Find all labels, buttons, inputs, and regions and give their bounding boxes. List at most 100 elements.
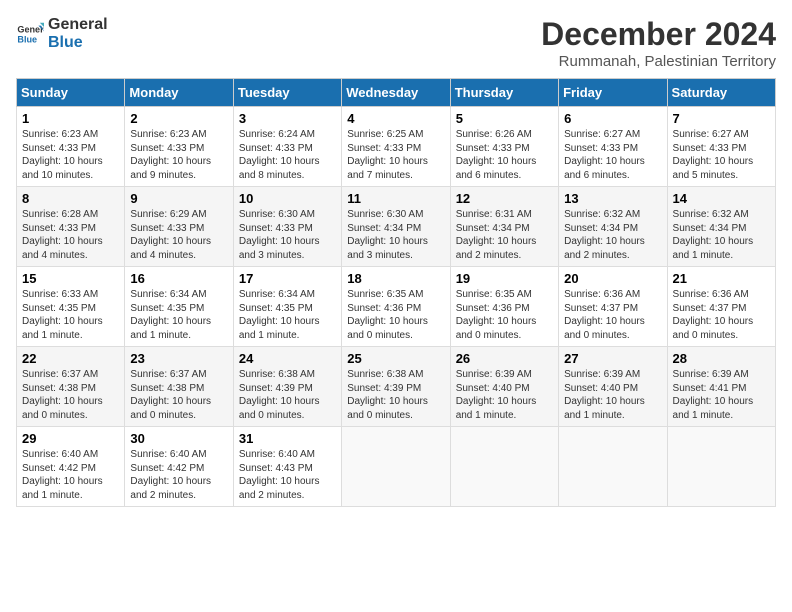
day-number: 17: [239, 271, 336, 286]
calendar-cell: 17 Sunrise: 6:34 AMSunset: 4:35 PMDayligh…: [233, 267, 341, 347]
calendar-table: SundayMondayTuesdayWednesdayThursdayFrid…: [16, 78, 776, 507]
calendar-cell: 3 Sunrise: 6:24 AMSunset: 4:33 PMDaylight…: [233, 107, 341, 187]
calendar-week-3: 15 Sunrise: 6:33 AMSunset: 4:35 PMDayligh…: [17, 267, 776, 347]
calendar-cell: 31Sunrise: 6:40 AMSunset: 4:43 PMDayligh…: [233, 427, 341, 507]
day-number: 3: [239, 111, 336, 126]
day-detail: Sunrise: 6:35 AMSunset: 4:36 PMDaylight:…: [347, 289, 428, 341]
calendar-cell: 10 Sunrise: 6:30 AMSunset: 4:33 PMDayligh…: [233, 187, 341, 267]
column-header-saturday: Saturday: [667, 79, 775, 107]
calendar-cell: 14 Sunrise: 6:32 AMSunset: 4:34 PMDayligh…: [667, 187, 775, 267]
day-number: 11: [347, 191, 444, 206]
day-number: 7: [673, 111, 770, 126]
day-detail: Sunrise: 6:37 AMSunset: 4:38 PMDaylight:…: [130, 369, 211, 421]
day-detail: Sunrise: 6:33 AMSunset: 4:35 PMDaylight:…: [22, 289, 103, 341]
column-header-friday: Friday: [559, 79, 667, 107]
header-row: SundayMondayTuesdayWednesdayThursdayFrid…: [17, 79, 776, 107]
calendar-cell: 6 Sunrise: 6:27 AMSunset: 4:33 PMDaylight…: [559, 107, 667, 187]
calendar-cell: 27 Sunrise: 6:39 AMSunset: 4:40 PMDayligh…: [559, 347, 667, 427]
calendar-cell: 23 Sunrise: 6:37 AMSunset: 4:38 PMDayligh…: [125, 347, 233, 427]
logo-icon: General Blue: [16, 20, 44, 48]
day-detail: Sunrise: 6:27 AMSunset: 4:33 PMDaylight:…: [673, 129, 754, 181]
day-detail: Sunrise: 6:29 AMSunset: 4:33 PMDaylight:…: [130, 209, 211, 261]
day-number: 21: [673, 271, 770, 286]
day-detail: Sunrise: 6:24 AMSunset: 4:33 PMDaylight:…: [239, 129, 320, 181]
day-number: 16: [130, 271, 227, 286]
day-detail: Sunrise: 6:34 AMSunset: 4:35 PMDaylight:…: [239, 289, 320, 341]
calendar-cell: 1 Sunrise: 6:23 AMSunset: 4:33 PMDaylight…: [17, 107, 125, 187]
day-detail: Sunrise: 6:23 AMSunset: 4:33 PMDaylight:…: [22, 129, 103, 181]
day-detail: Sunrise: 6:30 AMSunset: 4:33 PMDaylight:…: [239, 209, 320, 261]
calendar-cell: 21 Sunrise: 6:36 AMSunset: 4:37 PMDayligh…: [667, 267, 775, 347]
day-number: 18: [347, 271, 444, 286]
calendar-cell: 19 Sunrise: 6:35 AMSunset: 4:36 PMDayligh…: [450, 267, 558, 347]
title-section: December 2024 Rummanah, Palestinian Terr…: [541, 16, 776, 70]
calendar-week-5: 29Sunrise: 6:40 AMSunset: 4:42 PMDayligh…: [17, 427, 776, 507]
calendar-cell: 22 Sunrise: 6:37 AMSunset: 4:38 PMDayligh…: [17, 347, 125, 427]
day-detail: Sunrise: 6:23 AMSunset: 4:33 PMDaylight:…: [130, 129, 211, 181]
main-title: December 2024: [541, 16, 776, 53]
day-detail: Sunrise: 6:34 AMSunset: 4:35 PMDaylight:…: [130, 289, 211, 341]
day-detail: Sunrise: 6:40 AMSunset: 4:43 PMDaylight:…: [239, 449, 320, 501]
day-detail: Sunrise: 6:25 AMSunset: 4:33 PMDaylight:…: [347, 129, 428, 181]
column-header-tuesday: Tuesday: [233, 79, 341, 107]
day-number: 20: [564, 271, 661, 286]
day-number: 8: [22, 191, 119, 206]
day-detail: Sunrise: 6:26 AMSunset: 4:33 PMDaylight:…: [456, 129, 537, 181]
day-number: 30: [130, 431, 227, 446]
calendar-cell: 13Sunrise: 6:32 AMSunset: 4:34 PMDayligh…: [559, 187, 667, 267]
day-number: 23: [130, 351, 227, 366]
calendar-cell: 5 Sunrise: 6:26 AMSunset: 4:33 PMDaylight…: [450, 107, 558, 187]
day-detail: Sunrise: 6:39 AMSunset: 4:40 PMDaylight:…: [456, 369, 537, 421]
calendar-cell: 9 Sunrise: 6:29 AMSunset: 4:33 PMDaylight…: [125, 187, 233, 267]
day-number: 27: [564, 351, 661, 366]
day-detail: Sunrise: 6:36 AMSunset: 4:37 PMDaylight:…: [673, 289, 754, 341]
day-detail: Sunrise: 6:36 AMSunset: 4:37 PMDaylight:…: [564, 289, 645, 341]
day-number: 19: [456, 271, 553, 286]
calendar-cell: 26 Sunrise: 6:39 AMSunset: 4:40 PMDayligh…: [450, 347, 558, 427]
day-detail: Sunrise: 6:39 AMSunset: 4:41 PMDaylight:…: [673, 369, 754, 421]
calendar-cell: [667, 427, 775, 507]
calendar-cell: [450, 427, 558, 507]
day-detail: Sunrise: 6:40 AMSunset: 4:42 PMDaylight:…: [22, 449, 103, 501]
day-number: 6: [564, 111, 661, 126]
calendar-cell: 8 Sunrise: 6:28 AMSunset: 4:33 PMDaylight…: [17, 187, 125, 267]
day-detail: Sunrise: 6:38 AMSunset: 4:39 PMDaylight:…: [347, 369, 428, 421]
calendar-cell: 12 Sunrise: 6:31 AMSunset: 4:34 PMDayligh…: [450, 187, 558, 267]
calendar-cell: 18 Sunrise: 6:35 AMSunset: 4:36 PMDayligh…: [342, 267, 450, 347]
day-number: 15: [22, 271, 119, 286]
calendar-cell: 25 Sunrise: 6:38 AMSunset: 4:39 PMDayligh…: [342, 347, 450, 427]
day-detail: Sunrise: 6:40 AMSunset: 4:42 PMDaylight:…: [130, 449, 211, 501]
calendar-week-2: 8 Sunrise: 6:28 AMSunset: 4:33 PMDaylight…: [17, 187, 776, 267]
day-number: 5: [456, 111, 553, 126]
day-detail: Sunrise: 6:37 AMSunset: 4:38 PMDaylight:…: [22, 369, 103, 421]
subtitle: Rummanah, Palestinian Territory: [541, 53, 776, 70]
day-number: 1: [22, 111, 119, 126]
day-detail: Sunrise: 6:28 AMSunset: 4:33 PMDaylight:…: [22, 209, 103, 261]
day-number: 22: [22, 351, 119, 366]
svg-text:Blue: Blue: [17, 34, 37, 44]
day-number: 12: [456, 191, 553, 206]
calendar-cell: [342, 427, 450, 507]
calendar-cell: 20 Sunrise: 6:36 AMSunset: 4:37 PMDayligh…: [559, 267, 667, 347]
day-number: 26: [456, 351, 553, 366]
day-number: 25: [347, 351, 444, 366]
calendar-week-1: 1 Sunrise: 6:23 AMSunset: 4:33 PMDaylight…: [17, 107, 776, 187]
day-detail: Sunrise: 6:32 AMSunset: 4:34 PMDaylight:…: [673, 209, 754, 261]
day-detail: Sunrise: 6:31 AMSunset: 4:34 PMDaylight:…: [456, 209, 537, 261]
column-header-monday: Monday: [125, 79, 233, 107]
calendar-cell: 24Sunrise: 6:38 AMSunset: 4:39 PMDayligh…: [233, 347, 341, 427]
calendar-cell: 11Sunrise: 6:30 AMSunset: 4:34 PMDayligh…: [342, 187, 450, 267]
calendar-cell: 30 Sunrise: 6:40 AMSunset: 4:42 PMDayligh…: [125, 427, 233, 507]
calendar-cell: 15 Sunrise: 6:33 AMSunset: 4:35 PMDayligh…: [17, 267, 125, 347]
day-number: 14: [673, 191, 770, 206]
day-detail: Sunrise: 6:39 AMSunset: 4:40 PMDaylight:…: [564, 369, 645, 421]
day-detail: Sunrise: 6:27 AMSunset: 4:33 PMDaylight:…: [564, 129, 645, 181]
day-detail: Sunrise: 6:35 AMSunset: 4:36 PMDaylight:…: [456, 289, 537, 341]
day-number: 28: [673, 351, 770, 366]
logo: General Blue General Blue: [16, 16, 108, 51]
calendar-cell: 2 Sunrise: 6:23 AMSunset: 4:33 PMDaylight…: [125, 107, 233, 187]
day-number: 10: [239, 191, 336, 206]
column-header-wednesday: Wednesday: [342, 79, 450, 107]
day-number: 9: [130, 191, 227, 206]
day-number: 2: [130, 111, 227, 126]
